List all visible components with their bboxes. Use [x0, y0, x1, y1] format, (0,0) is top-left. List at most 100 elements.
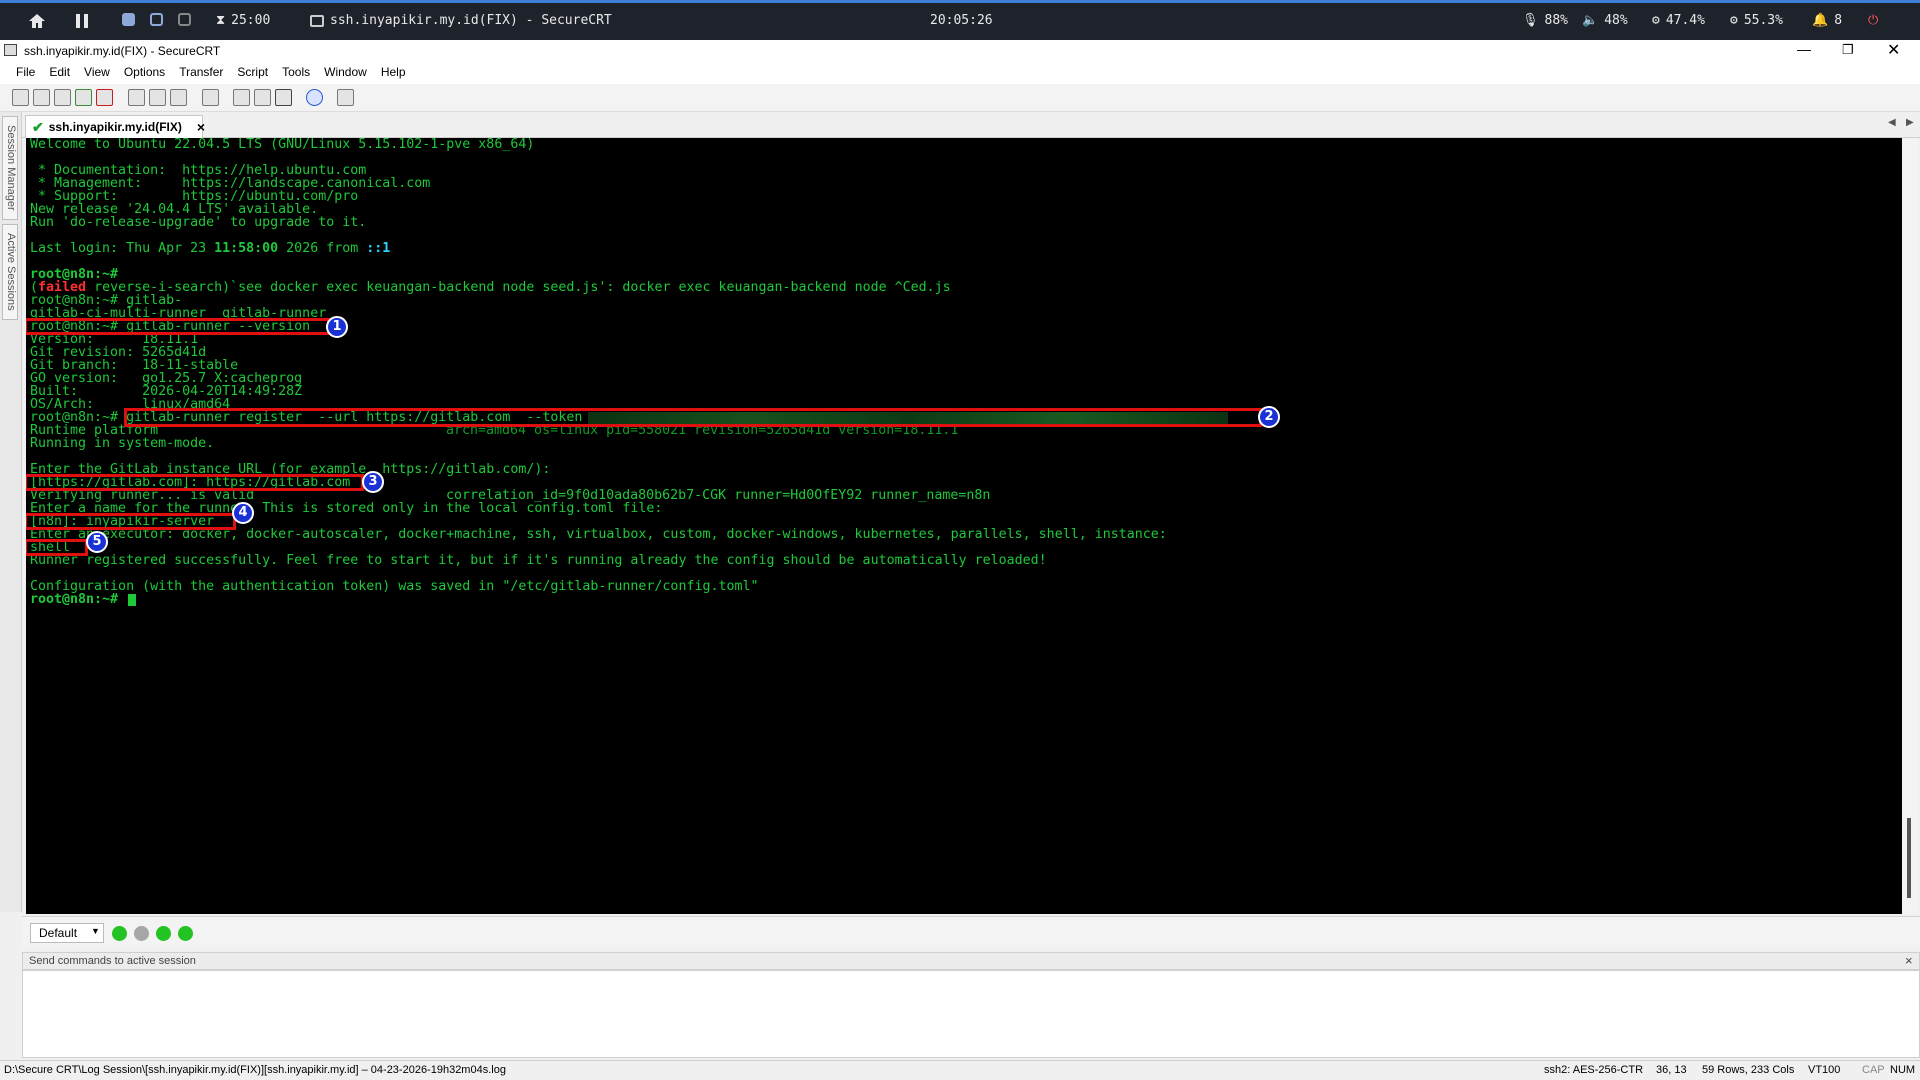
terminal-line: Welcome to Ubuntu 22.04.5 LTS (GNU/Linux…: [30, 138, 535, 152]
terminal-line: Configuration (with the authentication t…: [30, 579, 759, 594]
chevron-down-icon: ▼: [91, 926, 100, 936]
workspace-2-icon[interactable]: [150, 13, 163, 26]
ram-status: ⚙ 55.3%: [1730, 13, 1783, 28]
keymap-icon[interactable]: [275, 89, 292, 106]
workspace-1-icon[interactable]: [122, 13, 135, 26]
terminal-window-icon: [310, 14, 324, 27]
cipher-status: ssh2: AES-256-CTR: [1544, 1064, 1644, 1076]
annotation-box-5: [26, 539, 88, 556]
menu-script[interactable]: Script: [230, 62, 275, 82]
annotation-badge-3: 3: [362, 471, 384, 493]
status-indicator-green: [178, 926, 193, 941]
find-icon[interactable]: [170, 89, 187, 106]
tab-scroll-left-icon[interactable]: ◀: [1888, 117, 1896, 128]
memory-icon: ⚙: [1730, 13, 1738, 28]
notifications[interactable]: 🔔 8: [1812, 13, 1842, 28]
cpu-icon: ⚙: [1652, 13, 1660, 28]
connected-check-icon: ✔: [32, 118, 44, 135]
home-icon[interactable]: [28, 13, 46, 29]
window-title-bar: ssh.inyapikir.my.id(FIX) - SecureCRT — ❐…: [0, 40, 1920, 62]
annotation-box-1: [26, 318, 330, 335]
status-bar: D:\Secure CRT\Log Session\[ssh.inyapikir…: [0, 1060, 1920, 1080]
copy-icon[interactable]: [128, 89, 145, 106]
menu-view[interactable]: View: [77, 62, 117, 82]
annotation-badge-5: 5: [86, 531, 108, 553]
session-tab-bar: ✔ ssh.inyapikir.my.id(FIX) × ◀ ▶: [22, 112, 1920, 138]
reconnect-icon[interactable]: [75, 89, 92, 106]
menu-tools[interactable]: Tools: [275, 62, 317, 82]
annotation-box-3: [26, 474, 364, 491]
log-path: D:\Secure CRT\Log Session\[ssh.inyapikir…: [4, 1064, 506, 1076]
securecrt-app-icon: [4, 44, 17, 56]
terminal-line: Last login: Thu Apr 23 11:58:00 2026 fro…: [30, 241, 391, 256]
disconnect-icon[interactable]: [96, 89, 113, 106]
workspace-3-icon[interactable]: [178, 13, 191, 26]
annotation-badge-2: 2: [1258, 406, 1280, 428]
cursor-position: 36, 13: [1656, 1064, 1687, 1076]
hourglass-icon: ⧗: [216, 13, 226, 28]
session-tab[interactable]: ✔ ssh.inyapikir.my.id(FIX) ×: [25, 115, 205, 138]
session-manager-tab[interactable]: Session Manager: [2, 116, 18, 220]
pause-icon[interactable]: [74, 13, 90, 29]
button-bar: Default ▼: [22, 916, 1920, 948]
help-icon[interactable]: [306, 89, 323, 106]
menu-edit[interactable]: Edit: [42, 62, 77, 82]
close-tab-icon[interactable]: ×: [197, 119, 205, 135]
command-window-header: Send commands to active session ×: [22, 952, 1920, 970]
sftp-icon[interactable]: [337, 89, 354, 106]
global-options-icon[interactable]: [254, 89, 271, 106]
annotation-badge-4: 4: [232, 502, 254, 524]
pomodoro-timer[interactable]: ⧗ 25:00: [216, 13, 270, 28]
mic-status: 🎙 88%: [1522, 13, 1568, 28]
menu-bar: File Edit View Options Transfer Script Tools Wi…: [0, 62, 1920, 84]
caps-lock-indicator: CAP: [1862, 1064, 1885, 1076]
print-icon[interactable]: [202, 89, 219, 106]
volume-status[interactable]: 🔈 48%: [1582, 13, 1628, 28]
session-options-icon[interactable]: [233, 89, 250, 106]
active-sessions-tab[interactable]: Active Sessions: [2, 224, 18, 320]
terminal-type: VT100: [1808, 1064, 1841, 1076]
menu-file[interactable]: File: [0, 62, 42, 82]
clock: 20:05:26: [930, 13, 993, 28]
command-input-area[interactable]: [22, 970, 1920, 1058]
close-command-window-icon[interactable]: ×: [1905, 953, 1913, 968]
active-window-label: ssh.inyapikir.my.id(FIX) - SecureCRT: [310, 13, 612, 28]
quick-connect-icon[interactable]: [33, 89, 50, 106]
annotation-box-4: [26, 513, 236, 530]
terminal-line: root@n8n:~#: [30, 592, 119, 607]
cpu-status: ⚙ 47.4%: [1652, 13, 1705, 28]
menu-help[interactable]: Help: [374, 62, 413, 82]
menu-window[interactable]: Window: [317, 62, 374, 82]
close-window-button[interactable]: ✕: [1887, 40, 1900, 60]
session-tab-label: ssh.inyapikir.my.id(FIX): [48, 120, 182, 134]
system-taskbar: ⧗ 25:00 ssh.inyapikir.my.id(FIX) - Secur…: [0, 0, 1920, 40]
status-indicator-green: [156, 926, 171, 941]
microphone-icon: 🎙: [1522, 13, 1539, 28]
toolbar: [0, 84, 1920, 112]
annotation-badge-1: 1: [326, 316, 348, 338]
num-lock-indicator: NUM: [1890, 1064, 1916, 1076]
connect-icon[interactable]: [12, 89, 29, 106]
window-title: ssh.inyapikir.my.id(FIX) - SecureCRT: [24, 44, 221, 58]
minimize-button[interactable]: —: [1797, 41, 1811, 57]
tab-scroll-right-icon[interactable]: ▶: [1906, 117, 1914, 128]
paste-icon[interactable]: [149, 89, 166, 106]
status-indicator-gray: [134, 926, 149, 941]
menu-transfer[interactable]: Transfer: [172, 62, 230, 82]
side-panel-strip: Session Manager Active Sessions: [0, 112, 22, 912]
terminal-line: Runner registered successfully. Feel fre…: [30, 553, 1047, 568]
annotation-box-2: [124, 408, 1262, 427]
terminal-screen[interactable]: Welcome to Ubuntu 22.04.5 LTS (GNU/Linux…: [26, 138, 1902, 914]
connect-in-tab-icon[interactable]: [54, 89, 71, 106]
speaker-icon: 🔈: [1582, 13, 1599, 28]
menu-options[interactable]: Options: [117, 62, 172, 82]
power-icon[interactable]: ⏻: [1868, 13, 1878, 28]
terminal-line: Run 'do-release-upgrade' to upgrade to i…: [30, 215, 367, 230]
terminal-line: Running in system-mode.: [30, 436, 215, 451]
scrollbar-thumb[interactable]: [1907, 818, 1911, 898]
status-indicator-green: [112, 926, 127, 941]
button-bar-select[interactable]: Default ▼: [30, 923, 104, 943]
terminal-cursor: [128, 594, 136, 606]
maximize-button[interactable]: ❐: [1842, 42, 1854, 58]
terminal-scrollbar[interactable]: [1902, 138, 1918, 914]
